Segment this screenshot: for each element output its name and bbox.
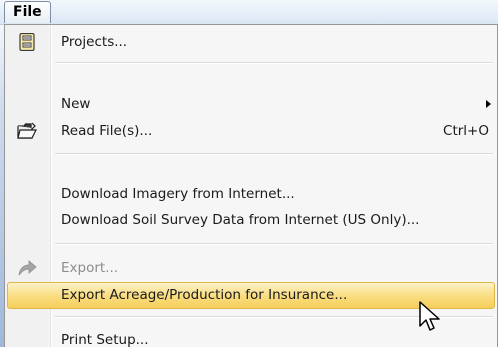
open-folder-icon — [17, 122, 37, 140]
keyboard-shortcut: Ctrl+O — [443, 123, 489, 139]
menu-separator — [55, 153, 493, 155]
menu-separator — [55, 243, 493, 245]
projects-icon — [17, 32, 37, 52]
file-menu[interactable]: File — [4, 1, 51, 23]
application-window: File Projects... New Read File(s)... Ctr… — [0, 0, 498, 347]
mouse-cursor-icon — [418, 301, 444, 335]
menu-item-download-imagery[interactable]: Download Imagery from Internet... — [7, 181, 495, 207]
menu-item-label: Print Setup... — [61, 332, 149, 347]
file-dropdown-menu: Projects... New Read File(s)... Ctrl+O D… — [4, 24, 498, 347]
export-arrow-icon — [17, 259, 37, 277]
menu-item-label: New — [61, 96, 91, 112]
menu-item-label: Projects... — [61, 34, 128, 50]
menu-item-label: Download Imagery from Internet... — [61, 186, 295, 202]
menubar: File — [0, 0, 498, 25]
menu-item-label: Read File(s)... — [61, 123, 153, 139]
menu-item-label: Download Soil Survey Data from Internet … — [61, 212, 420, 228]
menu-item-label: Export... — [61, 260, 119, 276]
menu-item-download-soil-survey[interactable]: Download Soil Survey Data from Internet … — [7, 207, 495, 233]
menu-separator — [55, 62, 493, 64]
submenu-arrow-icon — [486, 100, 491, 108]
menu-item-label: Export Acreage/Production for Insurance.… — [61, 287, 348, 303]
menu-item-projects[interactable]: Projects... — [7, 29, 495, 55]
menu-item-read-files[interactable]: Read File(s)... Ctrl+O — [7, 118, 495, 144]
menu-item-new[interactable]: New — [7, 91, 495, 117]
menu-item-export[interactable]: Export... — [7, 255, 495, 281]
